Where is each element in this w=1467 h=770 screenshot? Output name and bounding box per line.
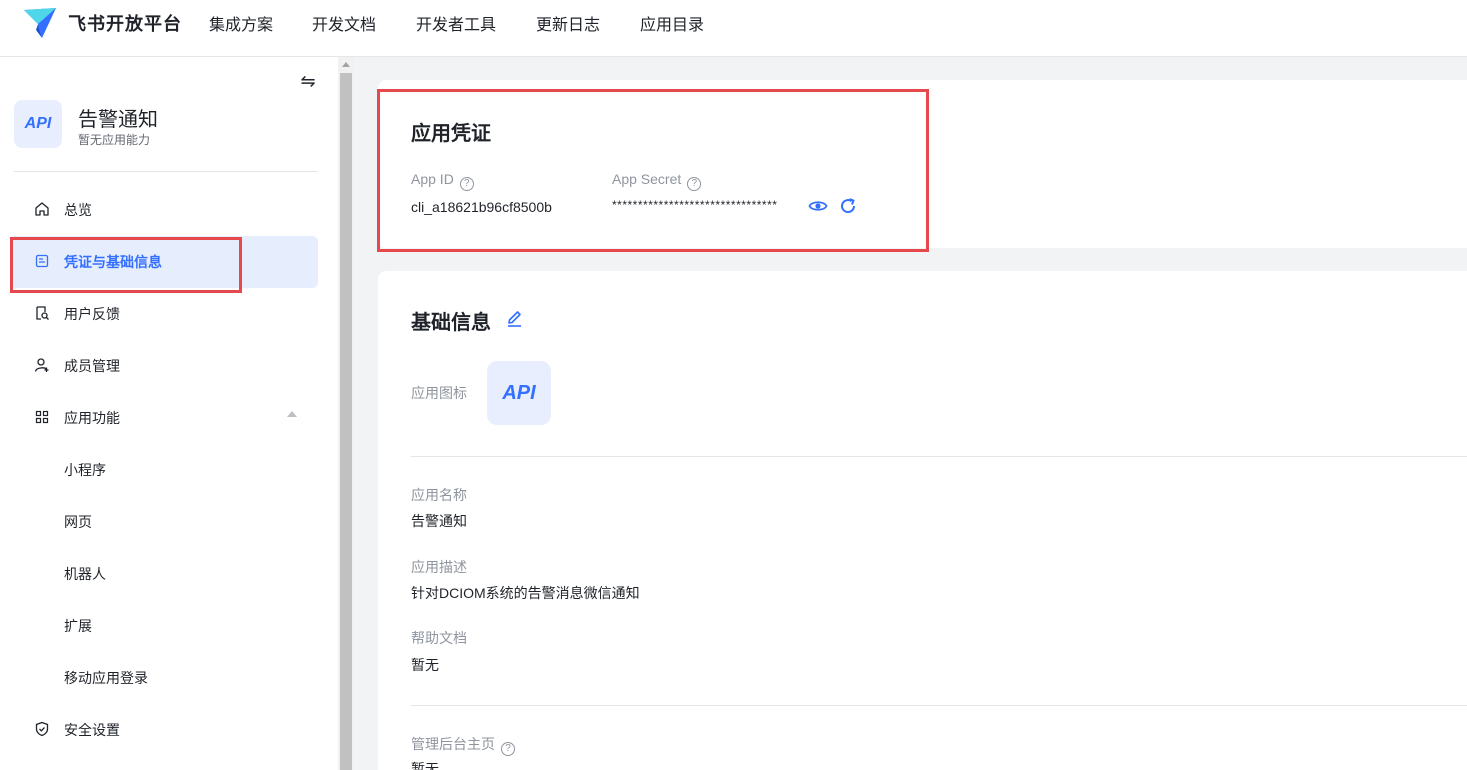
nav-changelog[interactable]: 更新日志 bbox=[536, 11, 600, 35]
help-doc-value: 暂无 bbox=[411, 657, 439, 673]
sidebar-item-overview[interactable]: 总览 bbox=[10, 184, 318, 236]
admin-home-label-text: 管理后台主页 bbox=[411, 736, 495, 752]
sidebar-item-label: 用户反馈 bbox=[64, 306, 120, 322]
sidebar-subitem-extension[interactable]: 扩展 bbox=[10, 600, 318, 652]
sidebar: ⇋ API 告警通知 暂无应用能力 总览 凭证与基础信息 用户反馈 成员管理 应… bbox=[0, 57, 338, 770]
grid-icon bbox=[35, 410, 49, 424]
user-add-icon bbox=[34, 358, 49, 372]
sidebar-subitem-mobile-login[interactable]: 移动应用登录 bbox=[10, 652, 318, 704]
admin-home-label: 管理后台主页? bbox=[411, 734, 515, 756]
basic-info-card: 基础信息 应用图标 API 应用名称 告警通知 应用描述 针对DCIOM系统的告… bbox=[378, 271, 1467, 770]
top-navigation: 飞书开放平台 集成方案 开发文档 开发者工具 更新日志 应用目录 bbox=[0, 0, 1467, 57]
app-desc-label: 应用描述 bbox=[411, 559, 467, 575]
app-desc-value: 针对DCIOM系统的告警消息微信通知 bbox=[411, 585, 640, 601]
sidebar-item-security[interactable]: 安全设置 bbox=[10, 704, 318, 756]
edit-icon[interactable] bbox=[505, 309, 525, 329]
sidebar-item-members[interactable]: 成员管理 bbox=[10, 340, 318, 392]
sidebar-subitem-miniprogram[interactable]: 小程序 bbox=[10, 444, 318, 496]
sidebar-item-label: 网页 bbox=[64, 514, 92, 530]
chevron-up-icon[interactable] bbox=[287, 411, 297, 417]
feishu-logo-icon[interactable] bbox=[22, 4, 58, 40]
basic-info-title: 基础信息 bbox=[411, 312, 491, 334]
app-icon-label: 应用图标 bbox=[411, 385, 467, 401]
sidebar-item-label: 小程序 bbox=[64, 462, 106, 478]
home-icon bbox=[35, 202, 49, 216]
nav-integration[interactable]: 集成方案 bbox=[209, 11, 273, 35]
app-subtitle: 暂无应用能力 bbox=[78, 133, 151, 147]
sidebar-item-app-features[interactable]: 应用功能 bbox=[10, 392, 318, 444]
highlight-box bbox=[10, 237, 242, 293]
main-content: 应用凭证 App ID? cli_a18621b96cf8500b App Se… bbox=[354, 57, 1467, 770]
brand-name[interactable]: 飞书开放平台 bbox=[68, 10, 182, 36]
sidebar-scrollbar[interactable] bbox=[338, 57, 354, 770]
scroll-thumb[interactable] bbox=[340, 73, 352, 770]
sidebar-subitem-webpage[interactable]: 网页 bbox=[10, 496, 318, 548]
app-name-value: 告警通知 bbox=[411, 513, 467, 529]
sidebar-item-feedback[interactable]: 用户反馈 bbox=[10, 288, 318, 340]
nav-docs[interactable]: 开发文档 bbox=[312, 11, 376, 35]
sidebar-subitem-bot[interactable]: 机器人 bbox=[10, 548, 318, 600]
section-divider bbox=[411, 705, 1467, 706]
sidebar-item-label: 安全设置 bbox=[64, 722, 120, 738]
app-name: 告警通知 bbox=[78, 109, 158, 131]
help-doc-label: 帮助文档 bbox=[411, 630, 467, 646]
section-divider bbox=[411, 456, 1467, 457]
app-avatar: API bbox=[14, 100, 62, 148]
admin-home-value: 暂无 bbox=[411, 761, 439, 770]
shield-icon bbox=[35, 721, 49, 737]
sidebar-item-label: 成员管理 bbox=[64, 358, 120, 374]
nav-dev-tools[interactable]: 开发者工具 bbox=[416, 11, 496, 35]
feedback-icon bbox=[36, 306, 49, 320]
app-icon-preview[interactable]: API bbox=[487, 361, 551, 425]
scroll-up-arrow-icon[interactable] bbox=[342, 62, 350, 67]
sidebar-item-label: 应用功能 bbox=[64, 410, 120, 426]
sidebar-divider bbox=[14, 171, 318, 172]
nav-app-directory[interactable]: 应用目录 bbox=[640, 11, 704, 35]
sidebar-item-label: 移动应用登录 bbox=[64, 670, 148, 686]
app-name-label: 应用名称 bbox=[411, 487, 467, 503]
highlight-box bbox=[377, 89, 929, 252]
sidebar-item-label: 机器人 bbox=[64, 566, 106, 582]
sidebar-item-label: 总览 bbox=[64, 202, 92, 218]
collapse-sidebar-icon[interactable]: ⇋ bbox=[298, 71, 318, 91]
help-icon[interactable]: ? bbox=[501, 742, 515, 756]
sidebar-item-label: 扩展 bbox=[64, 618, 92, 634]
